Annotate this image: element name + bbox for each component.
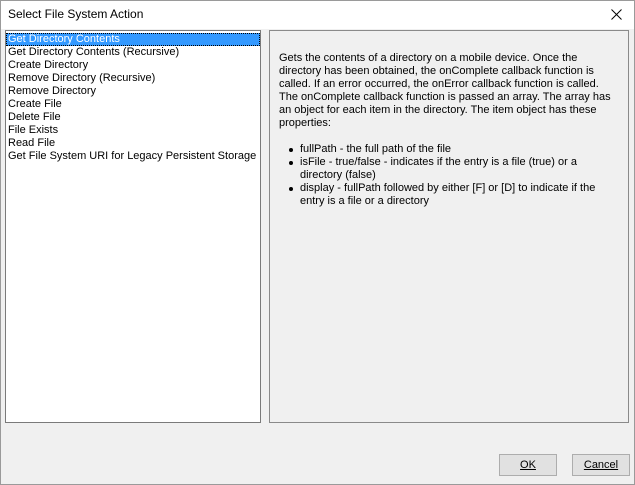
description-text: Gets the contents of a directory on a mo…	[279, 52, 619, 208]
action-listbox[interactable]: Get Directory Contents Get Directory Cont…	[5, 30, 261, 423]
list-item[interactable]: Delete File	[6, 111, 260, 124]
property-item-display: display - fullPath followed by either [F…	[279, 182, 619, 208]
ok-button[interactable]: OK	[499, 454, 557, 476]
list-item[interactable]: Get Directory Contents	[6, 33, 260, 46]
ok-button-label: OK	[520, 459, 536, 471]
description-panel: Gets the contents of a directory on a mo…	[269, 30, 629, 423]
list-item[interactable]: Create Directory	[6, 59, 260, 72]
list-item[interactable]: Read File	[6, 137, 260, 150]
property-item-fullpath: fullPath - the full path of the file	[279, 143, 619, 156]
cancel-button-label: Cancel	[583, 459, 619, 471]
list-item[interactable]: Remove Directory (Recursive)	[6, 72, 260, 85]
title-bar[interactable]: Select File System Action	[1, 1, 634, 29]
list-item[interactable]: File Exists	[6, 124, 260, 137]
list-item[interactable]: Get File System URI for Legacy Persisten…	[6, 150, 260, 163]
window-title: Select File System Action	[8, 7, 144, 21]
list-item[interactable]: Get Directory Contents (Recursive)	[6, 46, 260, 59]
property-item-isfile: isFile - true/false - indicates if the e…	[279, 156, 619, 182]
properties-list: fullPath - the full path of the file isF…	[279, 143, 619, 208]
action-list: Get Directory Contents Get Directory Cont…	[6, 31, 260, 163]
description-paragraph: Gets the contents of a directory on a mo…	[279, 52, 611, 129]
cancel-button[interactable]: Cancel	[572, 454, 630, 476]
dialog-window: Select File System Action Get Directory …	[0, 0, 635, 485]
close-icon	[610, 8, 622, 20]
close-button[interactable]	[600, 1, 632, 27]
list-item[interactable]: Remove Directory	[6, 85, 260, 98]
list-item[interactable]: Create File	[6, 98, 260, 111]
